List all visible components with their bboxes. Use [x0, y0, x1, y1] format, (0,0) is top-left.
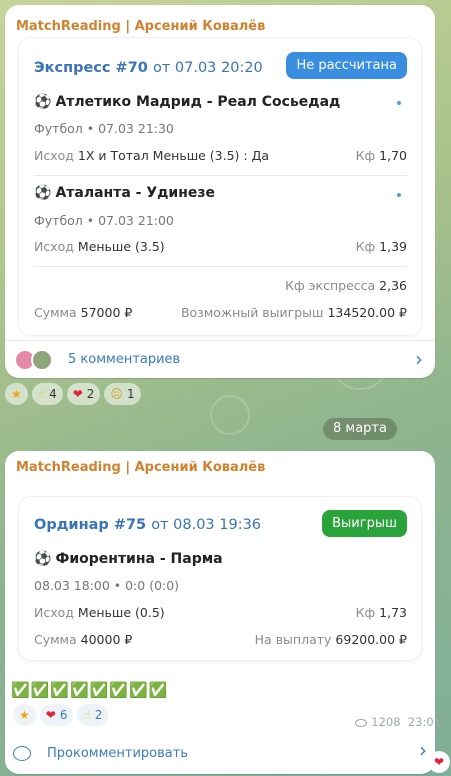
reaction-heart[interactable]: ❤ 2	[66, 383, 101, 405]
message-meta: 1208 23:01	[355, 715, 441, 729]
eye-icon	[355, 718, 368, 727]
star-icon: ★	[11, 387, 22, 401]
event-match: ⚽ Фиорентина - Парма	[34, 551, 223, 567]
reaction-heart[interactable]: ❤ 6	[39, 704, 74, 726]
chevron-right-icon: ›	[419, 738, 427, 762]
crying-face-icon: ☹	[110, 387, 123, 401]
reaction-number-one-foam[interactable]: ☝ 4	[31, 383, 63, 405]
message-time: 23:01	[407, 715, 441, 729]
heart-icon[interactable]: ❤	[428, 751, 450, 773]
soccer-ball-icon: ⚽	[34, 185, 52, 201]
bet-card-express: Экспресс #70 от 07.03 20:20 Не рассчитан…	[19, 38, 421, 335]
reactions-bar: ★ ☝ 4 ❤ 2 ☹ 1	[5, 383, 141, 405]
background-doodle	[210, 395, 250, 435]
date-separator: 8 марта	[323, 418, 397, 440]
bet-title: Ординар #75 от 08.03 19:36	[34, 517, 262, 533]
divider	[34, 266, 407, 267]
divider	[34, 175, 407, 176]
event-match: ⚽ Атлетико Мадрид - Реал Сосьедад	[34, 94, 341, 110]
comments-count: 5 комментариев	[68, 352, 181, 367]
status-badge: Не рассчитана	[286, 52, 407, 79]
heart-icon: ❤	[72, 387, 83, 401]
message-bubble-express: MatchReading | Арсений Ковалёв Экспресс …	[5, 5, 435, 378]
status-dot-icon	[397, 193, 401, 197]
reaction-crying-face[interactable]: ☹ 1	[104, 383, 141, 405]
status-dot-icon	[397, 101, 401, 105]
comment-icon	[13, 746, 31, 761]
event-meta: Футбол • 07.03 21:30	[34, 121, 174, 136]
channel-name[interactable]: MatchReading | Арсений Ковалёв	[16, 19, 265, 34]
comment-button[interactable]: Прокомментировать	[47, 746, 188, 761]
status-badge: Выигрыш	[322, 510, 407, 537]
heart-icon: ❤	[45, 708, 56, 722]
check-marks: ✅✅✅✅✅✅✅✅	[11, 681, 169, 699]
views-count: 1208	[371, 715, 401, 729]
star-icon: ★	[19, 708, 30, 722]
event-outcome-row: Исход 1X и Тотал Меньше (3.5) : Да Кф 1,…	[34, 148, 407, 163]
event-match: ⚽ Аталанта - Удинезе	[34, 185, 216, 201]
number-one-foam-icon: ☝	[83, 708, 91, 722]
event-outcome-row: Исход Меньше (3.5) Кф 1,39	[34, 239, 407, 254]
reactions-bar: ★ ❤ 6 ☝ 2	[13, 704, 109, 726]
reaction-star[interactable]: ★	[13, 704, 36, 726]
bet-card-single: Ординар #75 от 08.03 19:36 Выигрыш ⚽ Фиор…	[19, 497, 421, 660]
event-meta: 08.03 18:00 • 0:0 (0:0)	[34, 578, 180, 593]
number-one-foam-icon: ☝	[37, 387, 46, 401]
soccer-ball-icon: ⚽	[34, 551, 52, 567]
event-meta: Футбол • 07.03 21:00	[34, 213, 174, 228]
reaction-star[interactable]: ★	[5, 383, 28, 405]
channel-name[interactable]: MatchReading | Арсений Ковалёв	[16, 460, 265, 475]
comments-button[interactable]: 5 комментариев ›	[5, 340, 435, 378]
sum-row: Сумма 57000 ₽ Возможный выигрыш 134520.0…	[34, 305, 407, 320]
avatar	[31, 349, 53, 371]
event-outcome-row: Исход Меньше (0.5) Кф 1,73	[34, 605, 407, 620]
soccer-ball-icon: ⚽	[34, 94, 52, 110]
sum-row: Сумма 40000 ₽ На выплату 69200.00 ₽	[34, 632, 407, 647]
chevron-right-icon: ›	[415, 347, 423, 371]
bet-title: Экспресс #70 от 07.03 20:20	[34, 60, 263, 76]
reaction-number-one-foam[interactable]: ☝ 2	[77, 704, 109, 726]
